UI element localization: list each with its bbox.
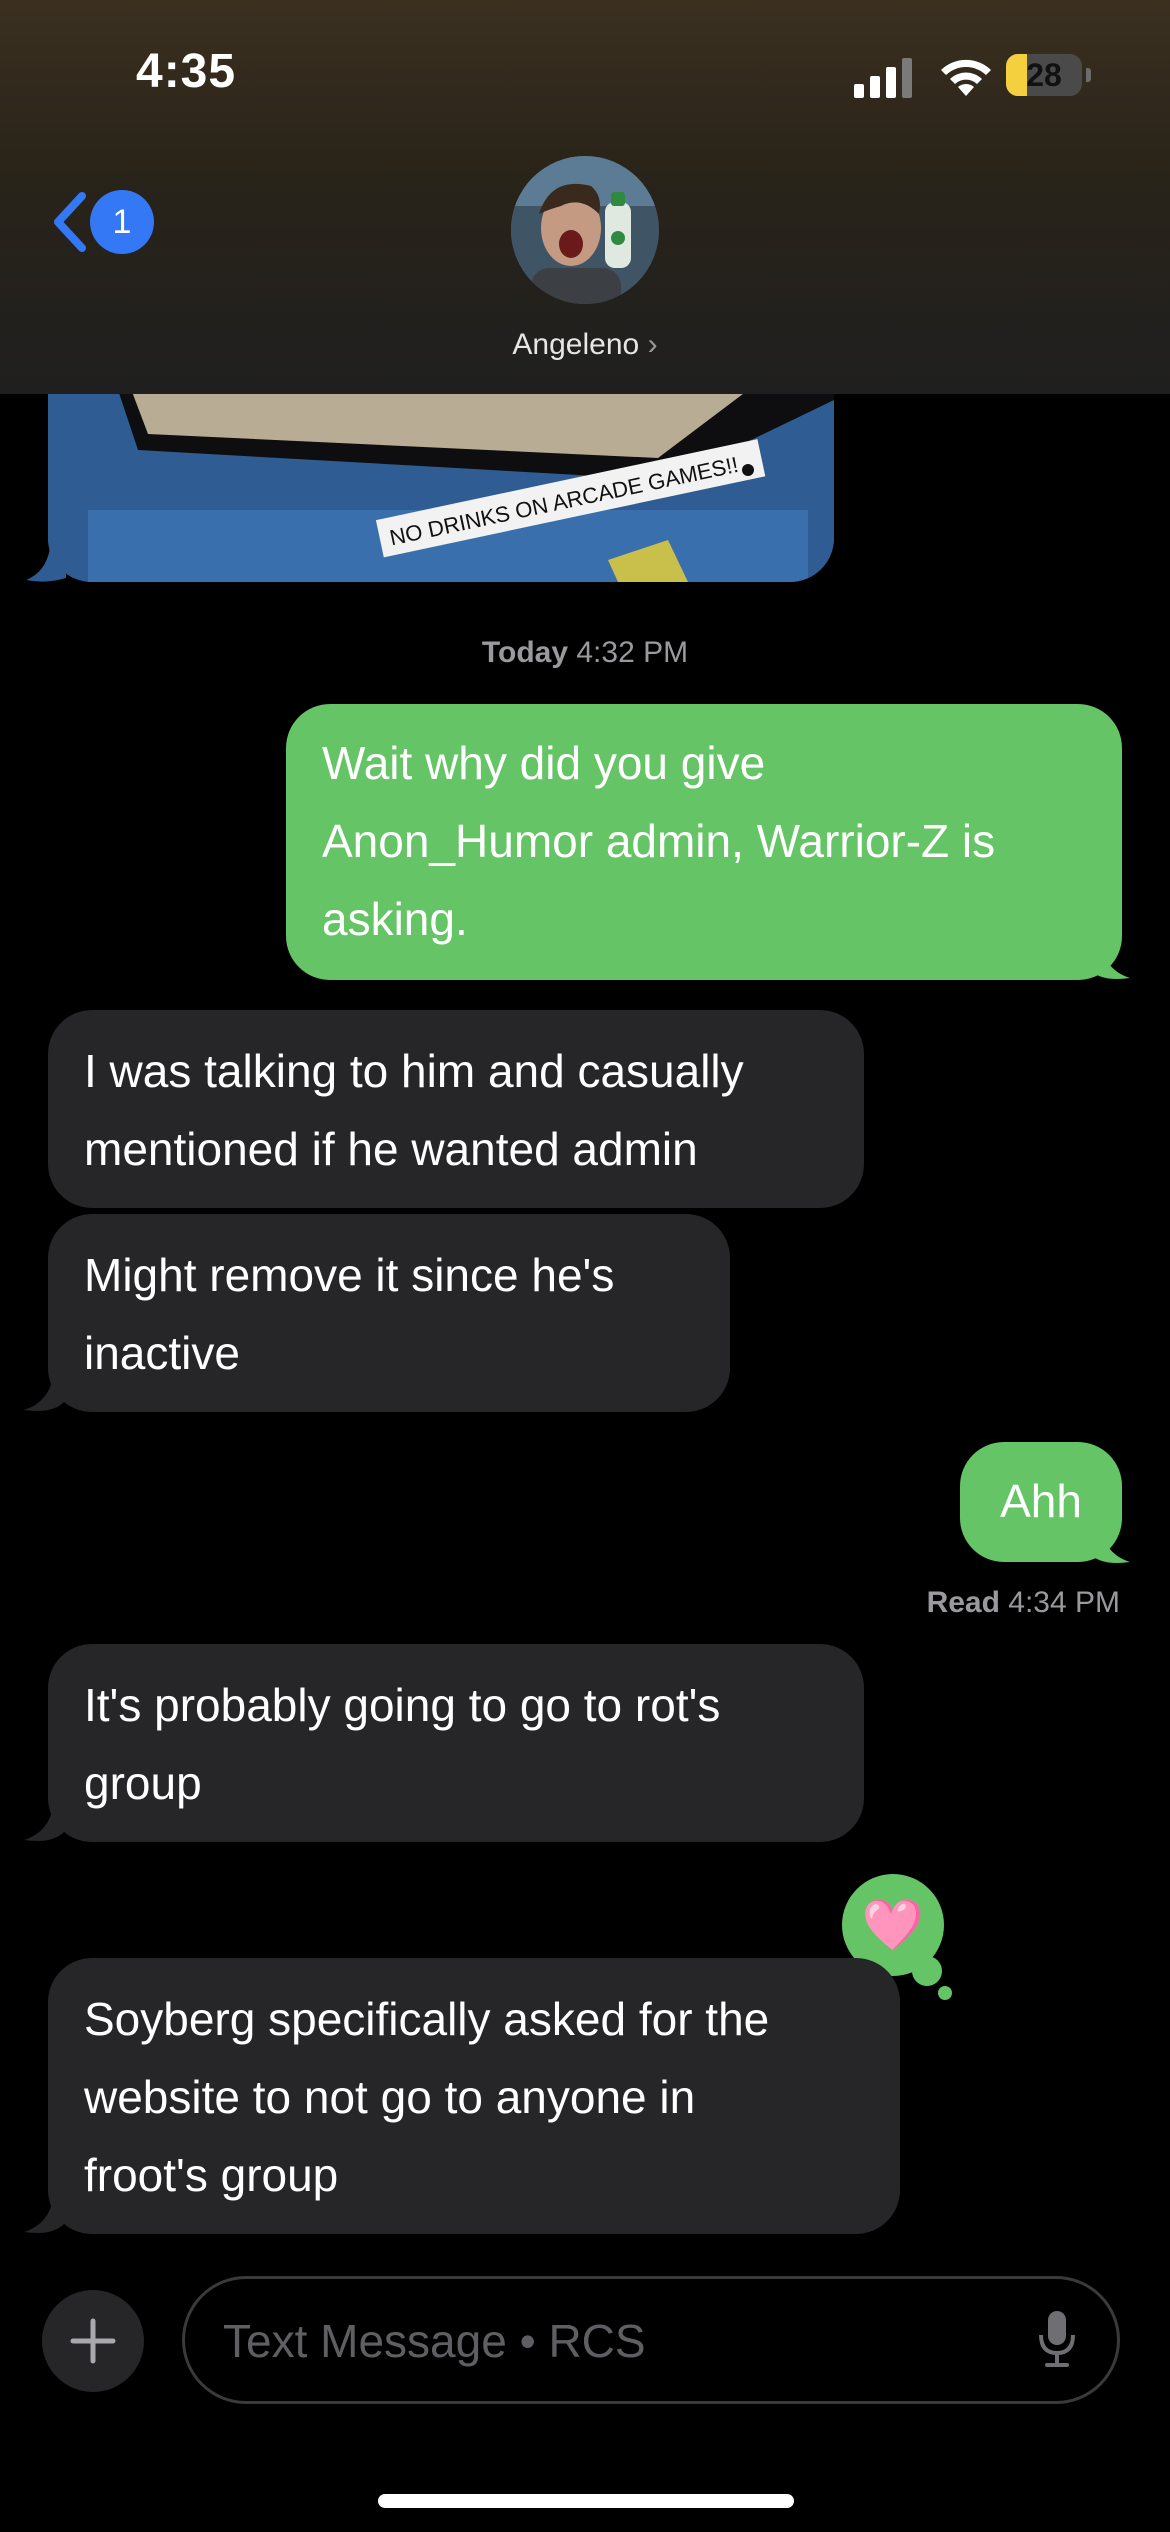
bubble-tail bbox=[24, 1802, 64, 1841]
avatar-photo-icon bbox=[511, 156, 659, 304]
read-receipt-label: Read bbox=[926, 1586, 1000, 1619]
contact-name-button[interactable]: Angeleno › bbox=[0, 328, 1170, 362]
incoming-message-bubble[interactable]: Might remove it since he's inactive bbox=[48, 1214, 730, 1412]
timestamp-day: Today bbox=[481, 636, 569, 669]
bubble-tail bbox=[26, 548, 66, 582]
outgoing-message-bubble[interactable]: Wait why did you give Anon_Humor admin, … bbox=[286, 704, 1122, 980]
bubble-tail bbox=[1090, 1524, 1130, 1563]
incoming-message-bubble[interactable]: It's probably going to go to rot's group bbox=[48, 1644, 864, 1842]
contact-name: Angeleno bbox=[512, 328, 640, 361]
read-receipt-time: 4:34 PM bbox=[1008, 1586, 1120, 1619]
plus-icon bbox=[70, 2318, 116, 2364]
bubble-tail bbox=[24, 1372, 64, 1411]
conversation-header: 4:35 28 1 Angeleno › bbox=[0, 0, 1170, 394]
timestamp-time: 4:32 PM bbox=[576, 636, 689, 669]
reaction-tail-dot bbox=[938, 1986, 952, 2000]
conversation-timestamp: Today 4:32 PM bbox=[0, 636, 1170, 670]
bubble-tail bbox=[24, 2194, 64, 2233]
read-receipt: Read 4:34 PM bbox=[0, 1586, 1120, 1620]
microphone-icon[interactable] bbox=[1039, 2309, 1075, 2369]
add-attachment-button[interactable] bbox=[42, 2290, 144, 2392]
chevron-right-icon: › bbox=[647, 328, 658, 361]
wifi-icon bbox=[941, 59, 991, 96]
message-input-container bbox=[182, 2276, 1120, 2404]
back-button[interactable]: 1 bbox=[44, 182, 164, 262]
status-time: 4:35 bbox=[136, 45, 237, 98]
cellular-signal-icon bbox=[854, 58, 912, 98]
battery-icon: 28 bbox=[1006, 54, 1092, 98]
chevron-left-icon bbox=[54, 192, 86, 252]
message-input[interactable] bbox=[221, 2279, 1005, 2403]
unread-count-badge: 1 bbox=[90, 190, 154, 254]
contact-avatar[interactable] bbox=[511, 156, 659, 304]
incoming-message-bubble[interactable]: I was talking to him and casually mentio… bbox=[48, 1010, 864, 1208]
battery-level: 28 bbox=[1026, 57, 1062, 93]
incoming-message-bubble[interactable]: Soyberg specifically asked for the websi… bbox=[48, 1958, 900, 2234]
bubble-tail bbox=[1090, 940, 1130, 979]
home-indicator[interactable] bbox=[378, 2494, 794, 2508]
